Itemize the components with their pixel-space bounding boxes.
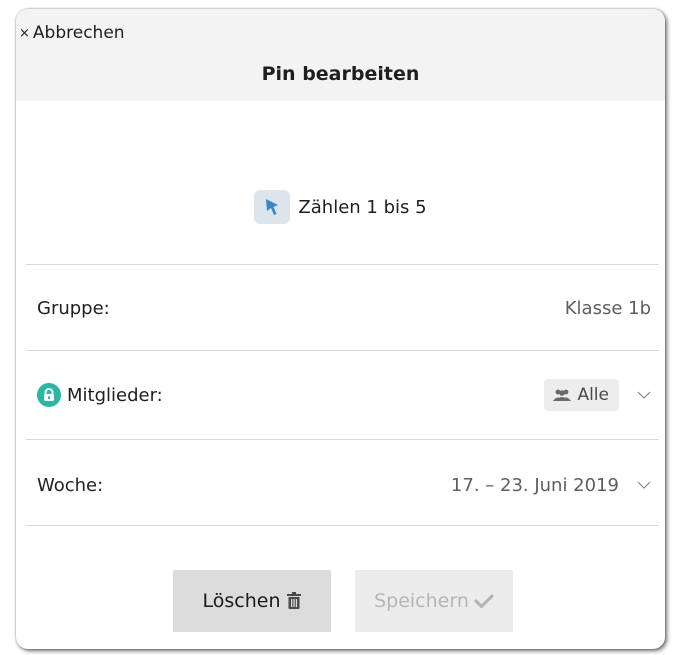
delete-label: Löschen	[202, 590, 281, 612]
dialog-title: Pin bearbeiten	[261, 63, 420, 85]
members-badge: Alle	[544, 379, 619, 411]
group-row: Gruppe: Klasse 1b	[37, 288, 651, 328]
close-icon: ×	[19, 25, 30, 41]
week-row[interactable]: Woche: 17. – 23. Juni 2019	[37, 465, 651, 505]
check-icon	[474, 594, 494, 609]
delete-button[interactable]: Löschen	[173, 570, 331, 632]
members-value: Alle	[577, 385, 609, 405]
chevron-down-icon	[637, 391, 651, 399]
group-icon	[553, 389, 572, 401]
divider	[26, 264, 659, 265]
members-label: Mitglieder:	[67, 384, 163, 406]
week-value: 17. – 23. Juni 2019	[450, 474, 619, 496]
divider	[26, 350, 659, 351]
trash-icon	[286, 592, 301, 609]
members-label-group: Mitglieder:	[37, 383, 163, 407]
divider	[26, 439, 659, 440]
divider	[26, 525, 659, 526]
edit-pin-dialog: × Abbrechen Pin bearbeiten Zählen 1 bis …	[16, 9, 665, 649]
lock-icon	[37, 383, 61, 407]
group-label: Gruppe:	[37, 297, 110, 319]
pin-name: Zählen 1 bis 5	[298, 196, 427, 218]
save-button[interactable]: Speichern	[355, 570, 513, 632]
cancel-button[interactable]: × Abbrechen	[19, 23, 125, 43]
group-value: Klasse 1b	[564, 297, 651, 319]
pin-item: Zählen 1 bis 5	[16, 189, 665, 225]
week-select[interactable]: 17. – 23. Juni 2019	[451, 475, 651, 496]
members-select[interactable]: Alle	[544, 379, 651, 411]
cancel-label: Abbrechen	[32, 23, 125, 43]
dialog-header: × Abbrechen Pin bearbeiten	[16, 9, 665, 101]
save-label: Speichern	[374, 590, 469, 612]
week-label: Woche:	[37, 474, 104, 496]
pin-icon	[254, 190, 291, 224]
members-row[interactable]: Mitglieder: Alle	[37, 375, 651, 415]
chevron-down-icon	[637, 481, 651, 489]
